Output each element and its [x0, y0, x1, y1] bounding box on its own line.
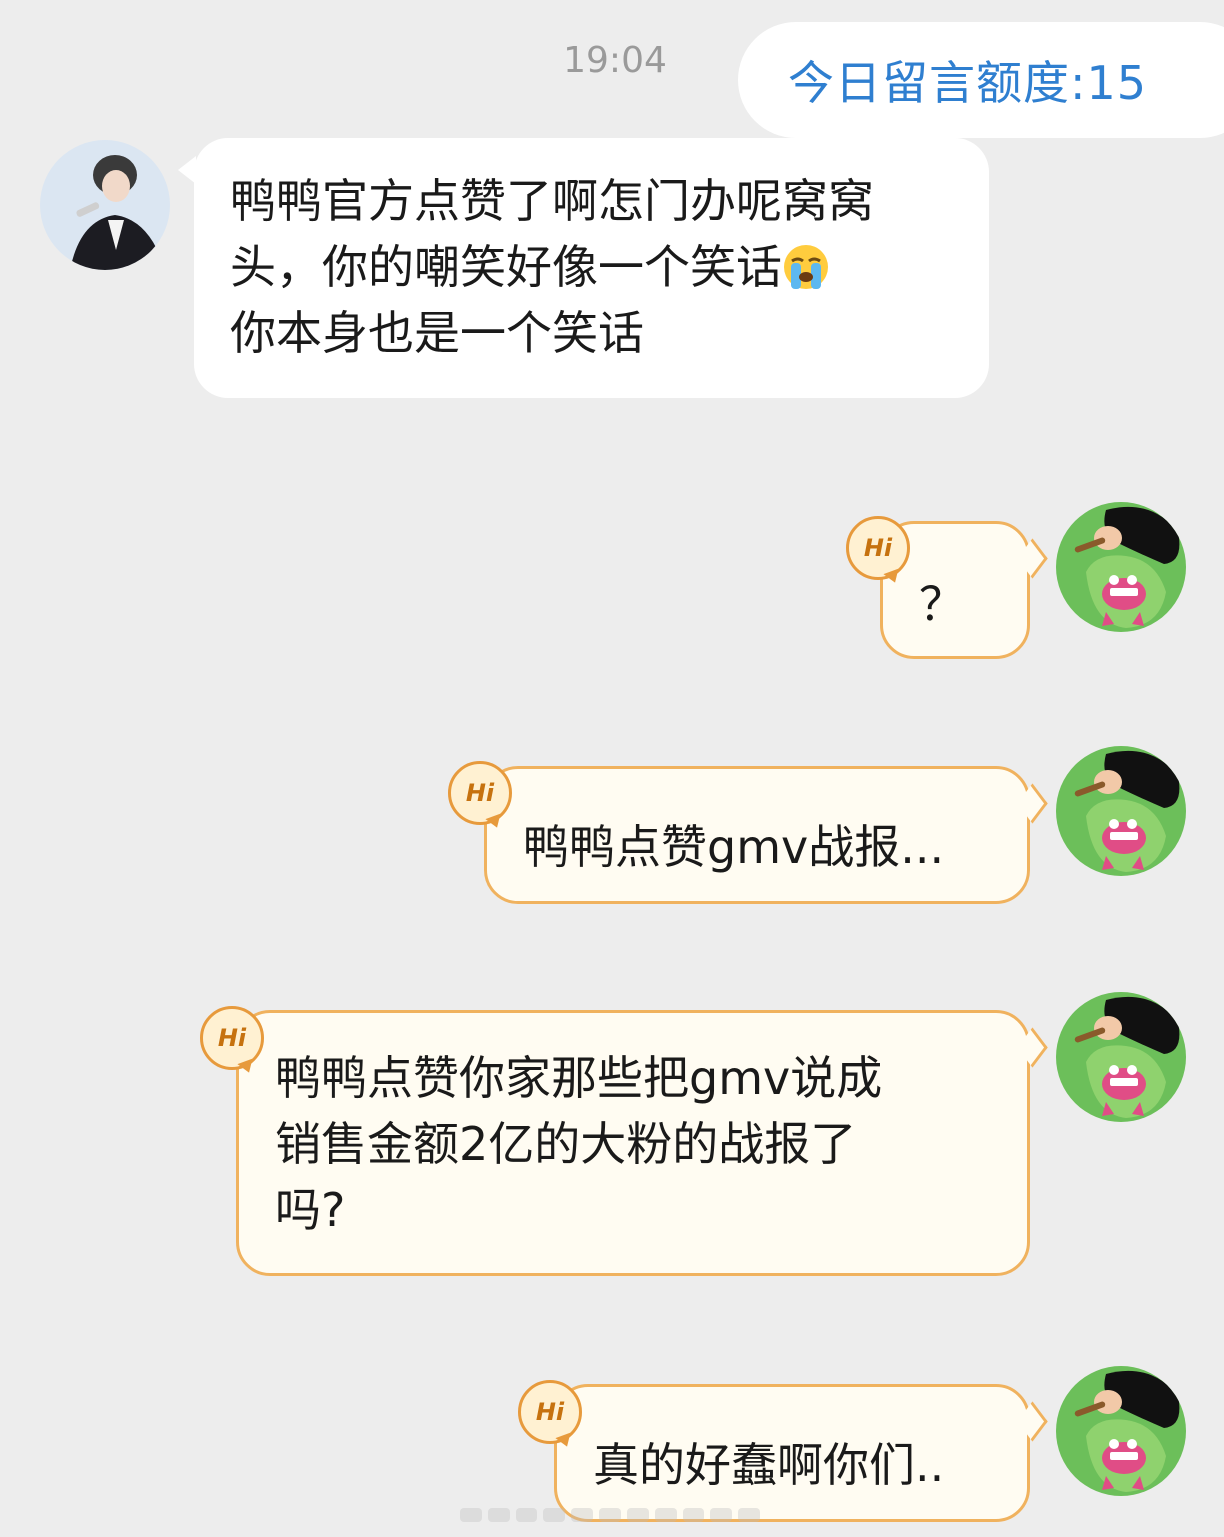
outgoing-message-text: ？ [919, 577, 965, 631]
hi-badge-icon: Hi [200, 1006, 264, 1070]
chat-screen: 19:04 今日留言额度:15 鸭鸭官方点赞了啊怎门办呢窝窝 头，你的嘲笑好像一… [0, 0, 1224, 1537]
loudly-crying-face-icon [784, 245, 828, 289]
outgoing-message-bubble[interactable]: 鸭鸭点赞你家那些把gmv说成 销售金额2亿的大粉的战报了 吗? [236, 1010, 1030, 1276]
my-avatar[interactable] [1056, 992, 1186, 1122]
my-avatar[interactable] [1056, 502, 1186, 632]
watermark [460, 1508, 760, 1528]
outgoing-message-bubble[interactable]: 真的好蠢啊你们.. [554, 1384, 1030, 1522]
outgoing-message-line: 销售金额2亿的大粉的战报了 [275, 1117, 857, 1171]
incoming-message-line: 你本身也是一个笑话 [230, 306, 644, 360]
outgoing-message-text: 鸭鸭点赞gmv战报... [523, 820, 945, 874]
outgoing-message-bubble[interactable]: 鸭鸭点赞gmv战报... [484, 766, 1030, 904]
cartoon-avatar-image [1056, 992, 1186, 1122]
hi-badge-icon: Hi [846, 516, 910, 580]
outgoing-message-text: 鸭鸭点赞你家那些把gmv说成 销售金额2亿的大粉的战报了 吗? [275, 1045, 882, 1243]
daily-quota-badge: 今日留言额度:15 [738, 22, 1224, 138]
incoming-message-bubble[interactable]: 鸭鸭官方点赞了啊怎门办呢窝窝 头，你的嘲笑好像一个笑话 你本身也是一个笑话 [178, 138, 989, 398]
cartoon-avatar-image [1056, 746, 1186, 876]
my-avatar[interactable] [1056, 1366, 1186, 1496]
incoming-message-line: 头，你的嘲笑好像一个笑话 [230, 234, 959, 300]
hi-badge-icon: Hi [448, 761, 512, 825]
sender-avatar[interactable] [40, 140, 170, 270]
my-avatar[interactable] [1056, 746, 1186, 876]
hi-badge-icon: Hi [518, 1380, 582, 1444]
cartoon-avatar-image [1056, 1366, 1186, 1496]
incoming-message-line: 鸭鸭官方点赞了啊怎门办呢窝窝 [230, 174, 874, 228]
cartoon-avatar-image [1056, 502, 1186, 632]
outgoing-message-line: 吗? [275, 1183, 346, 1237]
outgoing-message-text: 真的好蠢啊你们.. [593, 1438, 945, 1492]
outgoing-message-line: 鸭鸭点赞你家那些把gmv说成 [275, 1051, 883, 1105]
sender-avatar-image [40, 140, 170, 270]
message-timestamp: 19:04 [563, 40, 667, 81]
